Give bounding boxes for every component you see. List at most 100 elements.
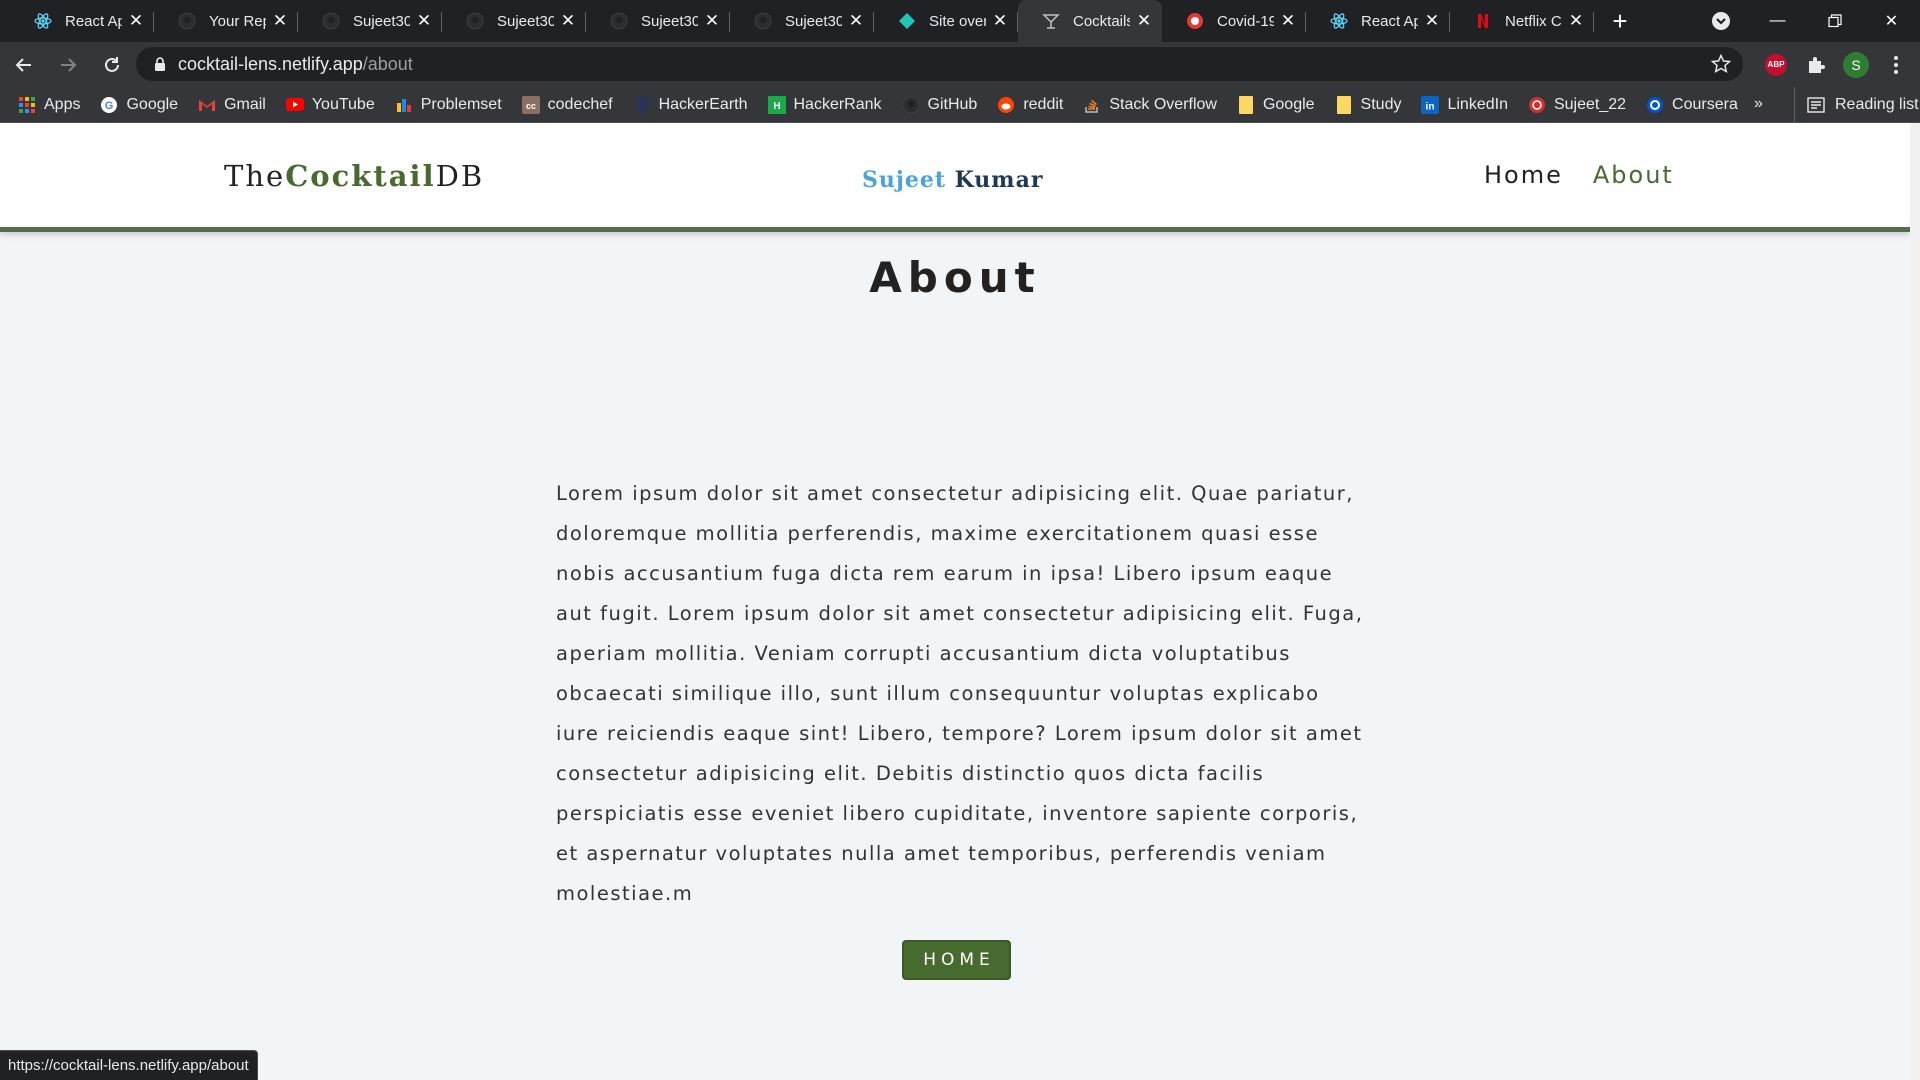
bookmark-item[interactable]: YouTube	[285, 96, 375, 114]
bookmark-label: Study	[1360, 95, 1402, 113]
bookmark-label: Gmail	[224, 95, 266, 113]
google-icon: G	[100, 96, 118, 114]
bookmark-item[interactable]: cc codechef	[521, 95, 613, 114]
minimize-icon[interactable]: —	[1749, 0, 1806, 42]
cocktail-icon	[1042, 12, 1060, 30]
kebab-menu-icon[interactable]	[1876, 42, 1916, 87]
browser-tab[interactable]: Sujeet3096 ✕	[586, 0, 730, 42]
tab-title: Sujeet3096	[353, 12, 410, 30]
bookmark-label: Google	[1262, 95, 1315, 113]
restore-icon[interactable]	[1806, 0, 1863, 42]
bookmark-item[interactable]: G Google	[100, 96, 178, 114]
github-icon	[466, 12, 484, 30]
new-tab-button[interactable]: +	[1600, 0, 1640, 42]
bookmark-item[interactable]: Coursera	[1646, 96, 1738, 114]
author-name: Sujeet Kumar	[862, 167, 1043, 193]
tab-close-icon[interactable]: ✕	[560, 11, 576, 30]
about-paragraph: Lorem ipsum dolor sit amet consectetur a…	[556, 482, 1364, 905]
bookmark-item[interactable]: Gmail	[198, 96, 266, 114]
tab-title: Cocktails	[1073, 12, 1130, 30]
tab-close-icon[interactable]: ✕	[1280, 11, 1296, 30]
bookmark-label: HackerEarth	[658, 95, 748, 113]
bookmark-item[interactable]: Study	[1335, 95, 1402, 114]
browser-tab[interactable]: Covid-19 ✕	[1162, 0, 1306, 42]
lock-icon[interactable]	[154, 56, 166, 72]
address-bar[interactable]: cocktail-lens.netlify.app/about	[136, 47, 1743, 81]
tab-search-icon[interactable]	[1708, 8, 1734, 34]
browser-tab[interactable]: React App ✕	[10, 0, 154, 42]
nav-link-about[interactable]: About	[1593, 161, 1674, 189]
reading-list-button[interactable]: Reading list	[1794, 87, 1919, 123]
bookmark-item[interactable]: Google	[1237, 95, 1315, 114]
tab-close-icon[interactable]: ✕	[992, 11, 1008, 30]
bookmark-item[interactable]: HackerEarth	[633, 96, 748, 114]
close-window-icon[interactable]: ✕	[1863, 0, 1920, 42]
browser-tab[interactable]: React App ✕	[1306, 0, 1450, 42]
apps-grid-icon	[18, 96, 36, 114]
gmail-icon	[198, 96, 216, 114]
browser-tab[interactable]: Sujeet3096 ✕	[298, 0, 442, 42]
extensions-puzzle-icon[interactable]	[1796, 42, 1836, 87]
tab-close-icon[interactable]: ✕	[848, 11, 864, 30]
back-icon[interactable]	[4, 45, 44, 85]
status-bar-url: https://cocktail-lens.netlify.app/about	[0, 1050, 258, 1080]
bookmark-item[interactable]: Apps	[18, 96, 80, 114]
bookmark-item[interactable]: Problemset	[395, 96, 502, 114]
nav-link-home[interactable]: Home	[1484, 161, 1563, 189]
tab-title: React App	[65, 12, 122, 30]
bookmark-label: Apps	[44, 95, 81, 113]
bookmark-label: Problemset	[420, 95, 502, 113]
reading-list-icon	[1807, 97, 1825, 113]
url-path: /about	[362, 53, 413, 74]
tab-close-icon[interactable]: ✕	[128, 11, 144, 30]
youtube-icon	[285, 96, 304, 114]
bookmarks-overflow-button[interactable]: »	[1754, 95, 1763, 113]
tab-title: Sujeet3096	[497, 12, 554, 30]
codechef-icon: cc	[521, 95, 540, 114]
logo-suffix: DB	[435, 159, 485, 193]
bookmark-list: Apps G Google Gmail YouTube Problemset cc codec…	[18, 95, 1758, 114]
author-first-name: Sujeet	[862, 167, 946, 193]
tab-close-icon[interactable]: ✕	[416, 11, 432, 30]
stackoverflow-icon	[1083, 96, 1101, 114]
tab-close-icon[interactable]: ✕	[704, 11, 720, 30]
bookmark-label: Coursera	[1672, 95, 1738, 113]
bookmark-item[interactable]: reddit	[997, 96, 1063, 114]
svg-text:in: in	[1426, 101, 1435, 112]
github-icon	[610, 12, 628, 30]
bookmark-label: LinkedIn	[1447, 95, 1508, 113]
bookmark-item[interactable]: H HackerRank	[767, 95, 882, 114]
home-button[interactable]: HOME	[902, 940, 1011, 980]
tab-title: Your Repositories	[209, 12, 266, 30]
bookmark-item[interactable]: in LinkedIn	[1421, 95, 1508, 114]
forward-icon[interactable]	[48, 45, 88, 85]
author-last-name: Kumar	[954, 167, 1044, 193]
bookmark-item[interactable]: Stack Overflow	[1083, 96, 1217, 114]
hackerearth-icon	[633, 96, 651, 114]
bookmark-label: codechef	[547, 95, 613, 113]
netlify-icon	[898, 12, 916, 30]
reload-icon[interactable]	[92, 45, 132, 85]
folder-icon	[1237, 95, 1255, 114]
browser-tab[interactable]: Cocktails ✕	[1018, 0, 1162, 42]
profile-avatar[interactable]: S	[1836, 42, 1876, 87]
bookmark-star-icon[interactable]	[1710, 53, 1732, 79]
tab-close-icon[interactable]: ✕	[272, 11, 288, 30]
browser-tab[interactable]: Sujeet3096 ✕	[730, 0, 874, 42]
tab-close-icon[interactable]: ✕	[1568, 11, 1584, 30]
bookmarks-bar: Apps G Google Gmail YouTube Problemset cc codec…	[0, 87, 1920, 123]
browser-tab[interactable]: Sujeet3096 ✕	[442, 0, 586, 42]
covid-icon	[1186, 12, 1204, 30]
page-scrollbar[interactable]	[1910, 123, 1920, 1080]
browser-tab[interactable]: Your Repositories ✕	[154, 0, 298, 42]
tab-close-icon[interactable]: ✕	[1136, 11, 1152, 30]
bookmark-item[interactable]: Sujeet_22	[1528, 96, 1626, 114]
site-logo[interactable]: TheCocktailDB	[224, 159, 484, 193]
folder-icon	[1335, 95, 1353, 114]
bookmark-item[interactable]: GitHub	[902, 96, 977, 114]
tab-close-icon[interactable]: ✕	[1424, 11, 1440, 30]
browser-tab[interactable]: Netflix Clone ✕	[1450, 0, 1594, 42]
browser-tab[interactable]: Site overview ✕	[874, 0, 1018, 42]
logo-prefix: The	[224, 159, 286, 193]
adblock-plus-icon[interactable]: ABP	[1756, 42, 1796, 87]
